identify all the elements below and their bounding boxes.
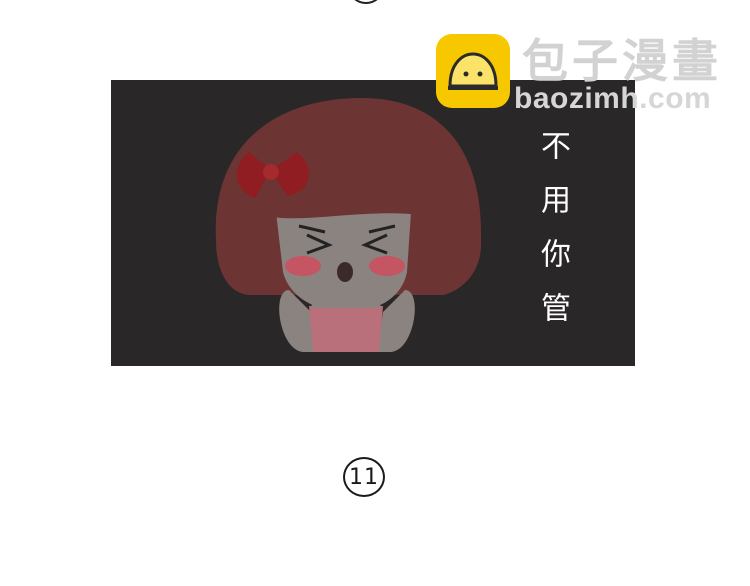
page-number-circle: 11 [343,457,385,497]
comic-panel: 不用你管 [111,80,635,366]
watermark-domain: baozimh.com [514,82,712,115]
watermark: 包子漫畫 baozimh.com [436,34,736,115]
vertical-caption: 不用你管 [535,130,570,346]
bun-face-icon [436,34,510,108]
previous-page-number-circle [349,0,383,4]
watermark-brand: 包子漫畫 [522,34,722,88]
